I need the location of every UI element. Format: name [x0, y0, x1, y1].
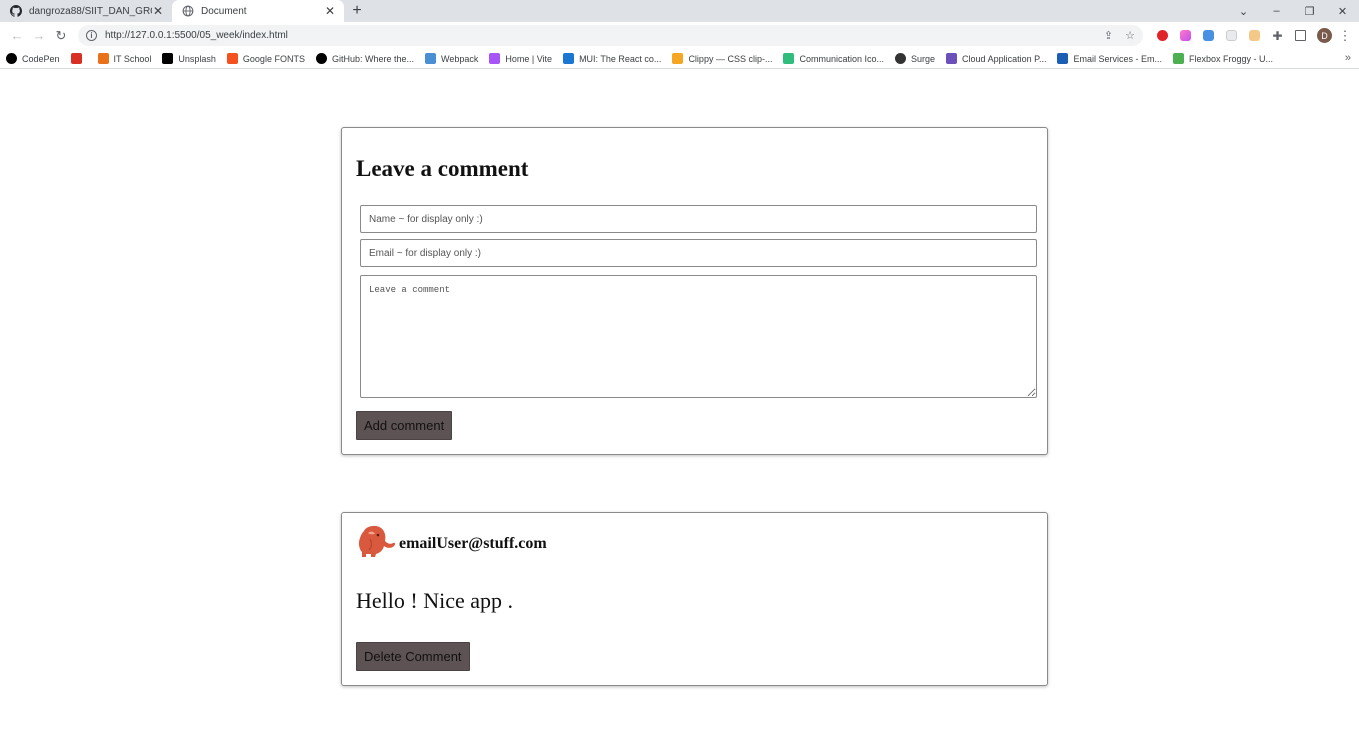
gmail-icon [70, 53, 82, 64]
bookmark-flexbox-froggy[interactable]: Flexbox Froggy - U... [1172, 53, 1273, 64]
bookmark-gmail[interactable] [70, 53, 87, 64]
bookmark-communication-icons[interactable]: Communication Ico... [783, 53, 884, 64]
bookmark-surge[interactable]: Surge [895, 53, 935, 64]
clippy-icon [672, 53, 684, 64]
bookmark-google-fonts[interactable]: Google FONTS [226, 53, 305, 64]
form-title: Leave a comment [356, 156, 529, 181]
it-school-icon [97, 53, 109, 64]
reload-icon[interactable]: ↻ [50, 25, 72, 47]
codepen-icon [6, 53, 17, 64]
bookmarks-bar: CodePen IT School Unsplash Google FONTS … [0, 49, 1359, 69]
tab-document[interactable]: Document ✕ [172, 0, 344, 22]
tab-title: Document [201, 5, 247, 17]
bookmark-cloud-application[interactable]: Cloud Application P... [946, 53, 1046, 64]
delete-comment-button[interactable]: Delete Comment [356, 642, 470, 671]
bookmark-mui[interactable]: MUI: The React co... [563, 53, 661, 64]
new-tab-button[interactable]: + [344, 0, 370, 22]
name-input[interactable] [360, 205, 1037, 233]
mammoth-avatar-icon [358, 525, 396, 557]
minimize-icon[interactable]: – [1260, 5, 1293, 17]
gradient-extension-icon[interactable] [1174, 25, 1197, 47]
github-icon [10, 5, 22, 17]
url-text: http://127.0.0.1:5500/05_week/index.html [105, 30, 288, 41]
capture-extension-icon[interactable] [1243, 25, 1266, 47]
forward-arrow-icon[interactable]: → [28, 25, 50, 47]
email-services-icon [1057, 53, 1069, 64]
site-info-icon[interactable]: i [86, 30, 97, 41]
bookmark-github[interactable]: GitHub: Where the... [315, 53, 414, 64]
frog-icon [1172, 53, 1184, 64]
close-window-icon[interactable]: ✕ [1326, 5, 1359, 18]
bookmark-star-icon[interactable]: ☆ [1125, 29, 1135, 42]
mui-icon [563, 53, 575, 64]
bookmark-unsplash[interactable]: Unsplash [162, 53, 216, 64]
screen-extension-icon[interactable] [1197, 25, 1220, 47]
profile-avatar[interactable]: D [1317, 28, 1332, 43]
page-content: Leave a comment Add comment emailUser@st… [0, 69, 1359, 732]
opera-extension-icon[interactable] [1151, 25, 1174, 47]
comment-author: emailUser@stuff.com [399, 535, 547, 552]
puzzle-icon[interactable]: ✚ [1266, 25, 1289, 47]
address-bar[interactable]: i http://127.0.0.1:5500/05_week/index.ht… [78, 25, 1143, 46]
bookmark-it-school[interactable]: IT School [97, 53, 151, 64]
bookmark-clippy[interactable]: Clippy — CSS clip-... [672, 53, 772, 64]
vite-icon [489, 53, 501, 64]
back-arrow-icon[interactable]: ← [6, 25, 28, 47]
comment-card: emailUser@stuff.com Hello ! Nice app . D… [341, 512, 1048, 686]
webpack-icon [425, 53, 436, 64]
blank-extension-icon[interactable] [1220, 25, 1243, 47]
unsplash-icon [162, 53, 174, 64]
bookmark-codepen[interactable]: CodePen [6, 53, 60, 64]
github-icon [315, 53, 327, 64]
add-comment-button[interactable]: Add comment [356, 411, 453, 440]
comment-text: Hello ! Nice app . [356, 588, 513, 613]
kebab-menu-icon[interactable]: ⋮ [1337, 28, 1353, 44]
bookmark-email-services[interactable]: Email Services - Em... [1057, 53, 1162, 64]
more-bookmarks-icon[interactable]: » [1345, 52, 1351, 64]
email-input[interactable] [360, 239, 1037, 267]
browser-tabstrip: dangroza88/SIIT_DAN_GROZA ✕ Document ✕ +… [0, 0, 1359, 22]
share-icon[interactable]: ⇪ [1104, 29, 1113, 42]
surge-icon [895, 53, 907, 64]
bookmark-vite[interactable]: Home | Vite [489, 53, 552, 64]
globe-icon [182, 5, 194, 17]
google-fonts-icon [226, 53, 238, 64]
heroku-icon [946, 53, 958, 64]
tab-search-icon[interactable]: ⌄ [1227, 5, 1260, 18]
side-panel-icon[interactable] [1289, 25, 1312, 47]
comment-textarea[interactable] [360, 275, 1037, 398]
tab-title: dangroza88/SIIT_DAN_GROZA [29, 5, 152, 17]
communication-icon [783, 53, 795, 64]
tab-github[interactable]: dangroza88/SIIT_DAN_GROZA ✕ [0, 0, 172, 22]
tab-close-icon[interactable]: ✕ [324, 4, 336, 18]
bookmark-webpack[interactable]: Webpack [425, 53, 478, 64]
comment-form-card: Leave a comment Add comment [341, 127, 1048, 455]
restore-icon[interactable]: ❐ [1293, 5, 1326, 18]
browser-toolbar: ← → ↻ i http://127.0.0.1:5500/05_week/in… [0, 22, 1359, 49]
window-controls: ⌄ – ❐ ✕ [1227, 0, 1359, 22]
tab-close-icon[interactable]: ✕ [152, 4, 164, 18]
